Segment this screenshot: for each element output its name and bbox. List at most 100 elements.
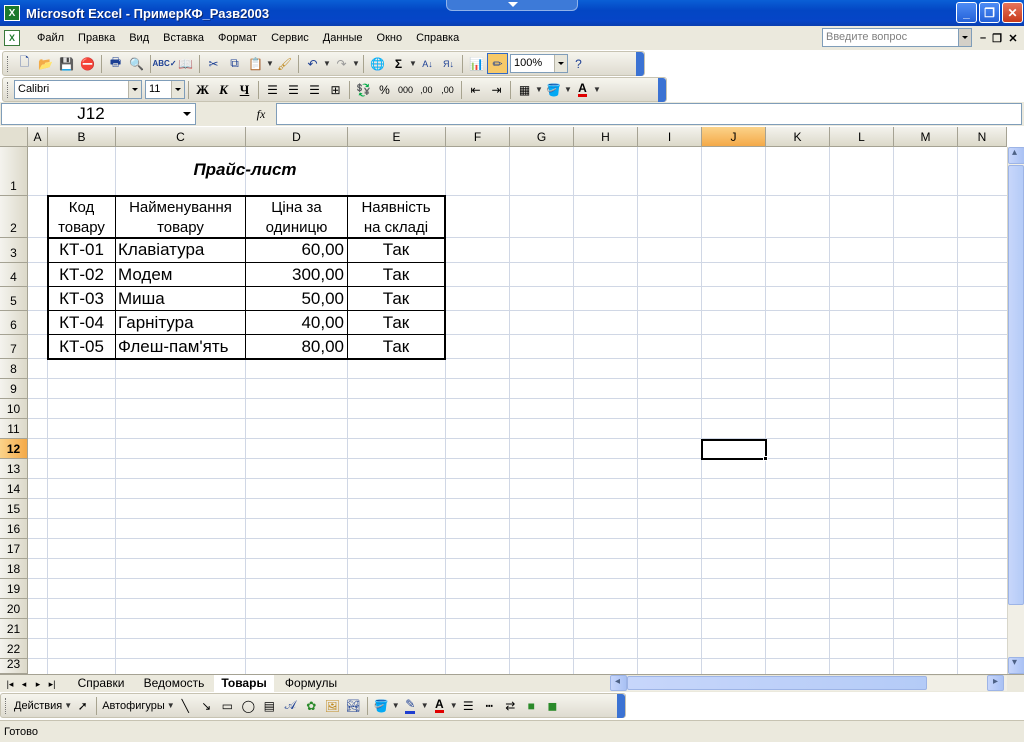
menu-file[interactable]: Файл bbox=[30, 32, 71, 44]
permission-button[interactable]: ⛔ bbox=[77, 53, 98, 74]
line-button[interactable]: ╲ bbox=[175, 695, 196, 716]
clipart-button[interactable]: 🖼 bbox=[322, 695, 343, 716]
restore-button[interactable]: ❐ bbox=[979, 2, 1000, 23]
cell-name[interactable]: Флеш-пам'ять bbox=[118, 336, 244, 358]
cut-button[interactable]: ✂ bbox=[203, 53, 224, 74]
font-color-button[interactable]: A bbox=[572, 79, 593, 100]
vertical-scrollbar[interactable]: ▴ ▾ bbox=[1007, 147, 1024, 674]
row-header-18[interactable]: 18 bbox=[0, 559, 28, 579]
open-button[interactable]: 📂 bbox=[35, 53, 56, 74]
cell-name[interactable]: Миша bbox=[118, 288, 244, 310]
row-header-3[interactable]: 3 bbox=[0, 238, 28, 263]
chart-wizard-button[interactable]: 📊 bbox=[466, 53, 487, 74]
save-button[interactable]: 💾 bbox=[56, 53, 77, 74]
cell-price[interactable]: 300,00 bbox=[246, 264, 344, 286]
fill-color-button[interactable]: 🪣 bbox=[543, 79, 564, 100]
cell-code[interactable]: КТ-05 bbox=[48, 336, 115, 358]
chevron-down-icon[interactable] bbox=[128, 81, 141, 98]
cell-code[interactable]: КТ-03 bbox=[48, 288, 115, 310]
copy-button[interactable]: ⧉ bbox=[224, 53, 245, 74]
column-header-g[interactable]: G bbox=[510, 127, 574, 147]
column-header-c[interactable]: C bbox=[116, 127, 246, 147]
column-header-l[interactable]: L bbox=[830, 127, 894, 147]
column-header-m[interactable]: M bbox=[894, 127, 958, 147]
header-price[interactable]: Ціна за одиницю bbox=[246, 198, 347, 238]
column-header-b[interactable]: B bbox=[48, 127, 116, 147]
cell-price[interactable]: 80,00 bbox=[246, 336, 344, 358]
cell-name[interactable]: Гарнітура bbox=[118, 312, 244, 334]
underline-button[interactable]: Ч bbox=[234, 79, 255, 100]
cell-price[interactable]: 50,00 bbox=[246, 288, 344, 310]
column-header-a[interactable]: A bbox=[28, 127, 48, 147]
menu-tools[interactable]: Сервис bbox=[264, 32, 316, 44]
horizontal-scroll-thumb[interactable] bbox=[627, 676, 927, 690]
help-button[interactable]: ? bbox=[568, 53, 589, 74]
oval-button[interactable]: ◯ bbox=[238, 695, 259, 716]
dash-style-button[interactable]: ┅ bbox=[479, 695, 500, 716]
chevron-down-icon[interactable]: ▼ bbox=[323, 59, 331, 68]
row-header-17[interactable]: 17 bbox=[0, 539, 28, 559]
close-button[interactable]: ✕ bbox=[1002, 2, 1023, 23]
name-box[interactable]: J12 bbox=[1, 103, 196, 125]
row-header-20[interactable]: 20 bbox=[0, 599, 28, 619]
menu-format[interactable]: Формат bbox=[211, 32, 264, 44]
row-header-19[interactable]: 19 bbox=[0, 579, 28, 599]
cell-price[interactable]: 60,00 bbox=[246, 239, 344, 261]
cell-code[interactable]: КТ-04 bbox=[48, 312, 115, 334]
thousands-button[interactable]: 000 bbox=[395, 79, 416, 100]
column-header-f[interactable]: F bbox=[446, 127, 510, 147]
sheet-tab-vedomost[interactable]: Ведомость bbox=[135, 675, 213, 692]
decrease-indent-button[interactable]: ⇤ bbox=[465, 79, 486, 100]
paste-button[interactable]: 📋 bbox=[245, 53, 266, 74]
row-header-16[interactable]: 16 bbox=[0, 519, 28, 539]
scroll-right-button[interactable]: ▸ bbox=[987, 675, 1004, 691]
scroll-left-button[interactable]: ◂ bbox=[610, 675, 627, 691]
vertical-scroll-thumb[interactable] bbox=[1008, 165, 1024, 605]
column-header-n[interactable]: N bbox=[958, 127, 1007, 147]
menu-view[interactable]: Вид bbox=[122, 32, 156, 44]
dropdown-tab[interactable] bbox=[446, 0, 578, 11]
scroll-down-button[interactable]: ▾ bbox=[1008, 657, 1024, 674]
cell-stock[interactable]: Так bbox=[348, 239, 444, 261]
row-header-12[interactable]: 12 bbox=[0, 439, 28, 459]
row-header-8[interactable]: 8 bbox=[0, 359, 28, 379]
row-header-10[interactable]: 10 bbox=[0, 399, 28, 419]
row-header-4[interactable]: 4 bbox=[0, 263, 28, 287]
sheet-tab-tovary[interactable]: Товары bbox=[214, 675, 274, 692]
header-stock[interactable]: Наявність на складі bbox=[348, 198, 444, 238]
autosum-button[interactable]: Σ bbox=[388, 53, 409, 74]
row-header-2[interactable]: 2 bbox=[0, 196, 28, 238]
row-header-21[interactable]: 21 bbox=[0, 619, 28, 639]
row-header-7[interactable]: 7 bbox=[0, 335, 28, 359]
font-color-draw-button[interactable]: A bbox=[429, 695, 450, 716]
chevron-down-icon[interactable]: ▼ bbox=[167, 701, 175, 710]
percent-button[interactable]: % bbox=[374, 79, 395, 100]
row-header-22[interactable]: 22 bbox=[0, 639, 28, 659]
insert-function-button[interactable]: fx bbox=[246, 103, 276, 125]
row-header-11[interactable]: 11 bbox=[0, 419, 28, 439]
column-header-i[interactable]: I bbox=[638, 127, 702, 147]
last-sheet-icon[interactable]: ▸| bbox=[46, 676, 58, 692]
increase-decimal-button[interactable]: ‚00 bbox=[416, 79, 437, 100]
cell-name[interactable]: Модем bbox=[118, 264, 244, 286]
cell-stock[interactable]: Так bbox=[348, 288, 444, 310]
line-color-button[interactable]: ✎ bbox=[400, 695, 421, 716]
row-header-6[interactable]: 6 bbox=[0, 311, 28, 335]
chevron-down-icon[interactable] bbox=[171, 81, 184, 98]
column-header-j[interactable]: J bbox=[702, 127, 766, 147]
rectangle-button[interactable]: ▭ bbox=[217, 695, 238, 716]
toolbar-grip[interactable] bbox=[7, 81, 10, 98]
hyperlink-button[interactable]: 🌐 bbox=[367, 53, 388, 74]
row-header-1[interactable]: 1 bbox=[0, 147, 28, 196]
menu-window[interactable]: Окно bbox=[370, 32, 410, 44]
column-header-h[interactable]: H bbox=[574, 127, 638, 147]
select-objects-button[interactable]: ➚ bbox=[72, 695, 93, 716]
3d-button[interactable]: ◼ bbox=[542, 695, 563, 716]
cell-price[interactable]: 40,00 bbox=[246, 312, 344, 334]
print-preview-button[interactable]: 🔍 bbox=[126, 53, 147, 74]
sheet-tab-formuly[interactable]: Формулы bbox=[278, 675, 344, 692]
cell-code[interactable]: КТ-01 bbox=[48, 239, 115, 261]
chevron-down-icon[interactable]: ▼ bbox=[266, 59, 274, 68]
row-header-13[interactable]: 13 bbox=[0, 459, 28, 479]
minimize-button[interactable]: _ bbox=[956, 2, 977, 23]
